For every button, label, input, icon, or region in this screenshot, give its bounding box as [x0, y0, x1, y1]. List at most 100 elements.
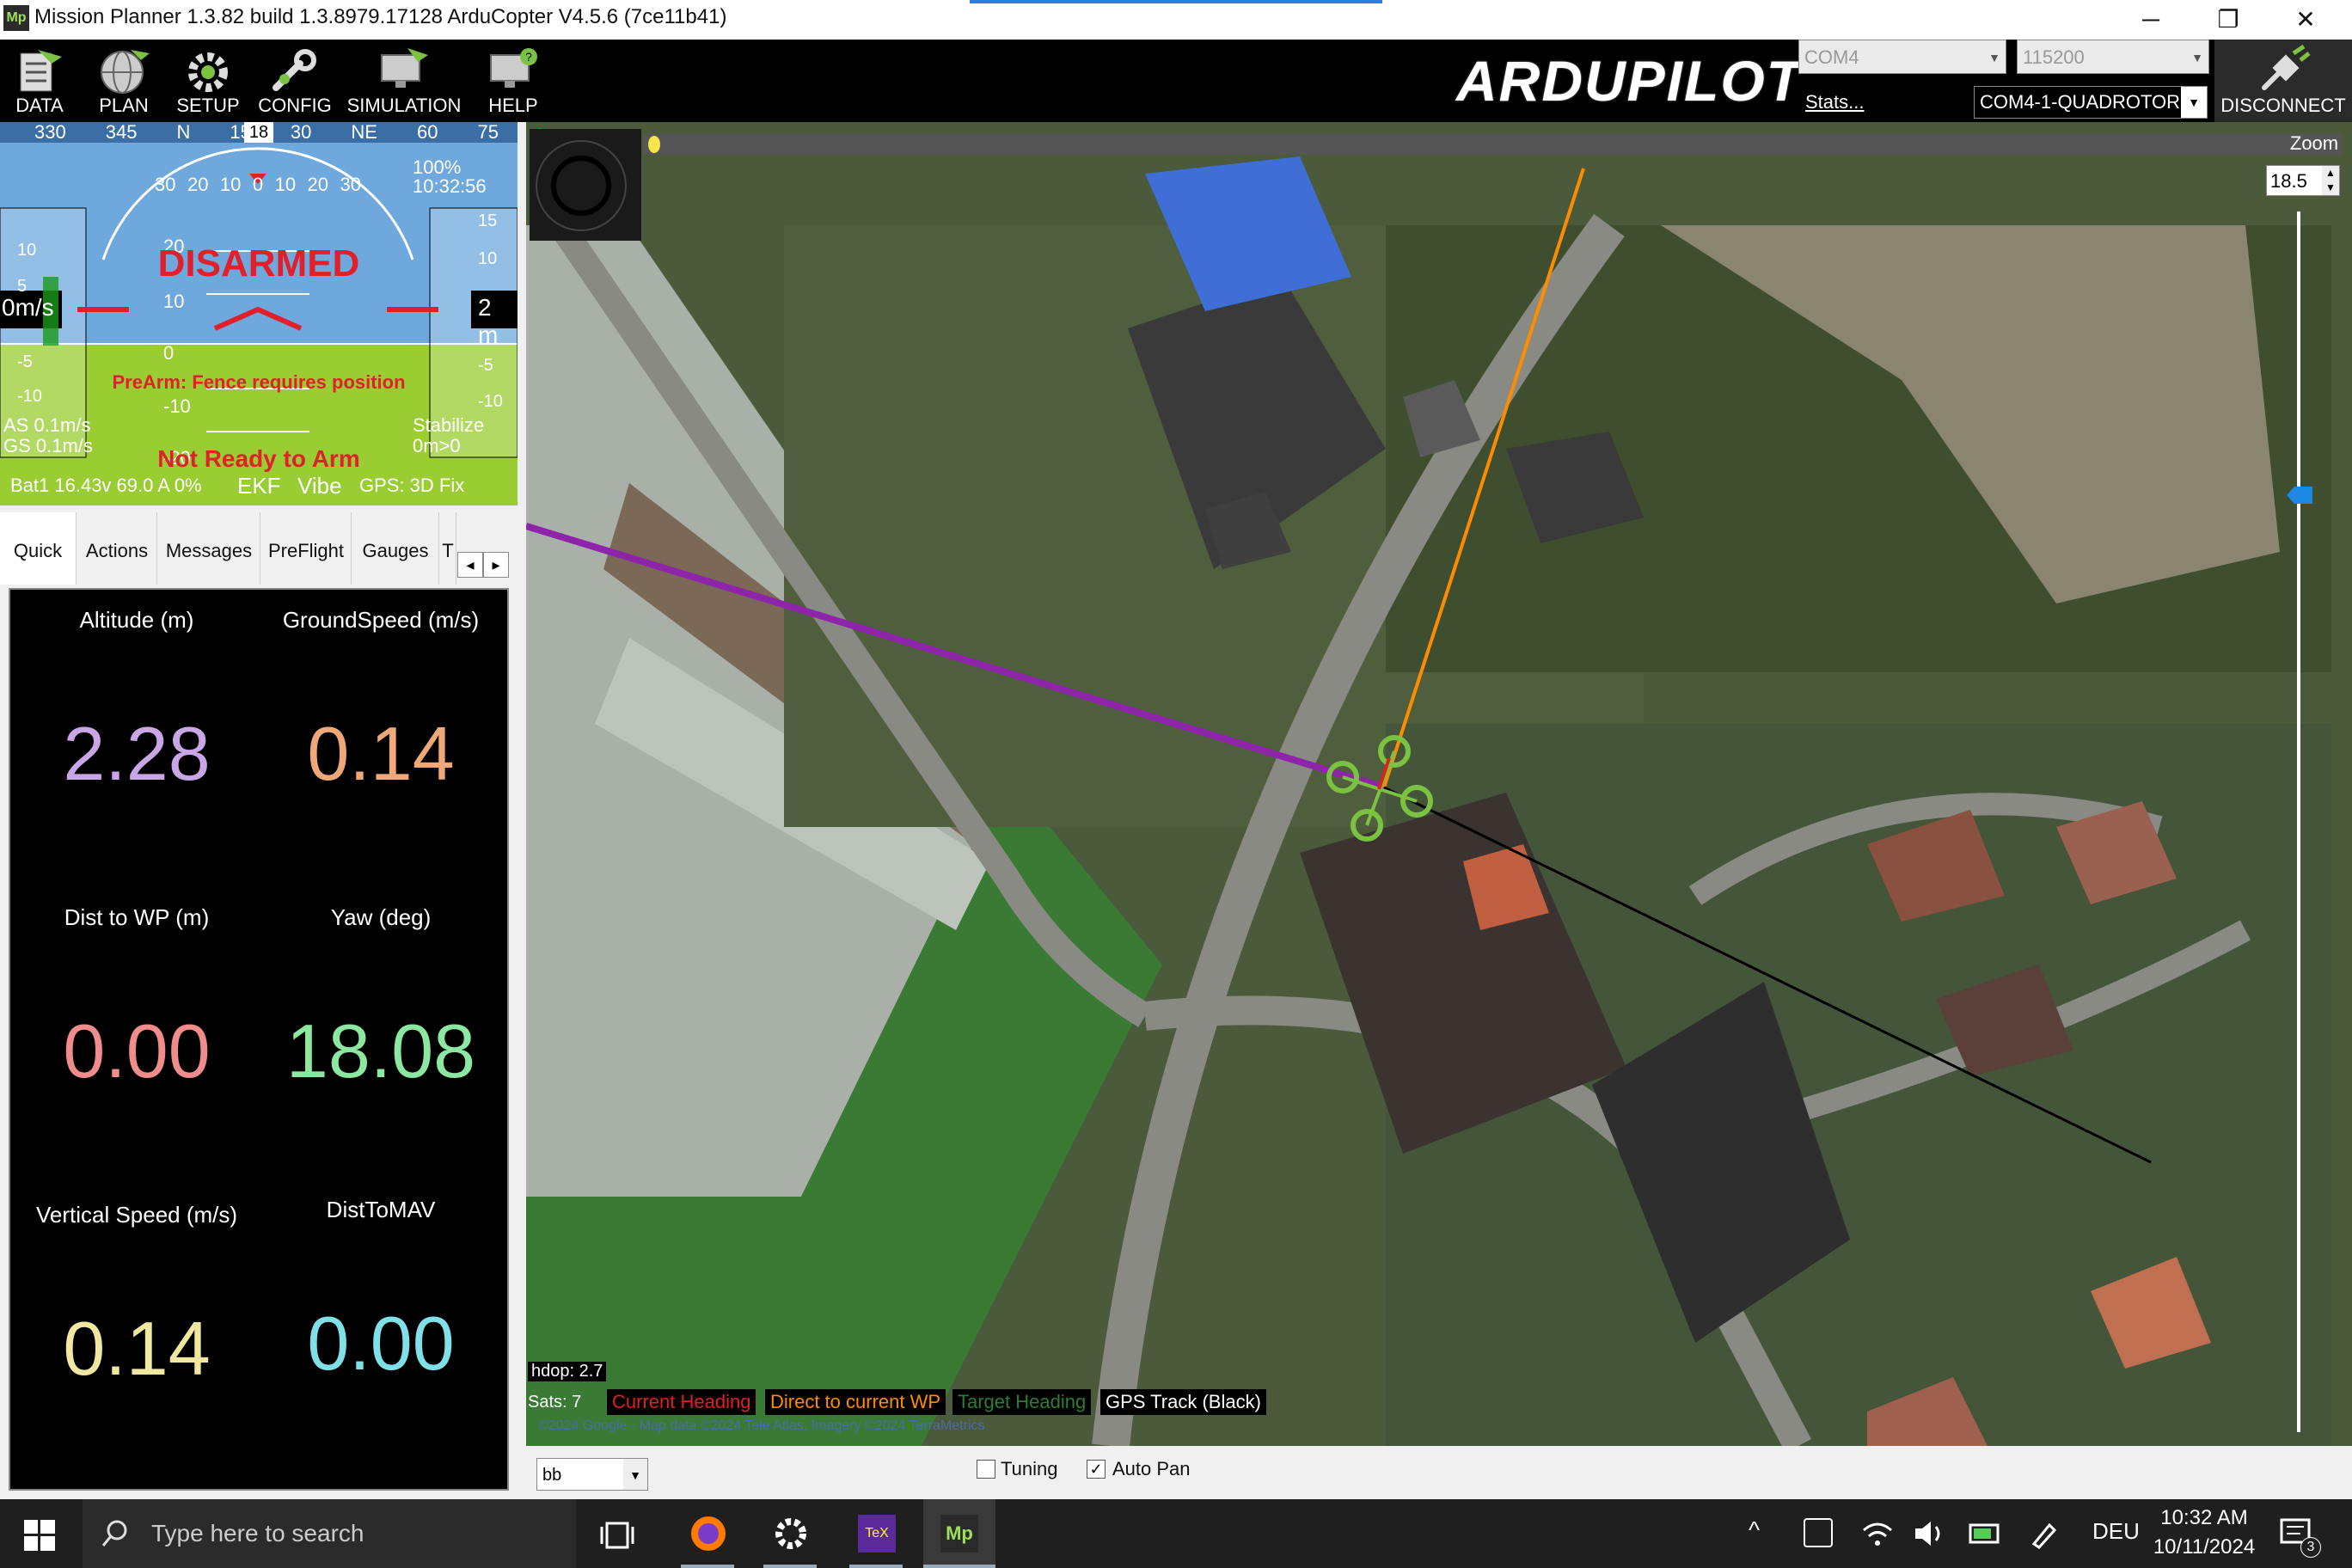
auto-pan-checkbox[interactable]: ✓: [1087, 1460, 1106, 1479]
alt-scale-label: -10: [478, 392, 503, 411]
waypoint-info: 0m>0: [413, 435, 461, 456]
settings-gear-icon: [775, 1518, 806, 1549]
svg-text:?: ?: [525, 50, 532, 64]
title-progress-accent: [970, 0, 1382, 3]
disconnect-button[interactable]: DISCONNECT: [2214, 40, 2352, 122]
quick-label: Dist to WP (m): [64, 904, 210, 930]
taskbar-settings[interactable]: [756, 1499, 824, 1568]
zoom-value: 18.5: [2270, 170, 2307, 192]
tuning-checkbox[interactable]: [977, 1460, 995, 1479]
satellite-imagery: [526, 122, 2352, 1446]
heading-label: 30: [290, 122, 312, 143]
zoom-spinner-icon[interactable]: ▲ ▼: [2322, 166, 2339, 195]
search-placeholder: Type here to search: [151, 1520, 364, 1547]
tab-gauges[interactable]: Gauges: [352, 512, 439, 585]
taskbar: Type here to search TeX Mp ^ DEU 10:32 A…: [0, 1499, 2352, 1568]
zoom-slider-track[interactable]: [2297, 211, 2300, 1432]
tab-more[interactable]: T: [440, 512, 456, 585]
maximize-button[interactable]: ❐: [2192, 0, 2264, 40]
com-port-select[interactable]: COM4 ▼: [1798, 40, 2006, 74]
wifi-icon[interactable]: [1860, 1518, 1895, 1549]
monitor-plane-icon: [381, 48, 428, 88]
globe-icon: [101, 50, 150, 94]
speed-scale-label: -5: [17, 352, 33, 371]
tab-scroll-right[interactable]: ▸: [483, 552, 509, 578]
config-label: CONFIG: [258, 95, 332, 116]
roll-label: 10: [219, 174, 242, 195]
prearm-message: PreArm: Fence requires position: [112, 371, 406, 393]
tab-actions[interactable]: Actions: [77, 512, 157, 585]
layer-dropdown[interactable]: bb ▼: [536, 1458, 648, 1491]
title-bar: Mp Mission Planner 1.3.82 build 1.3.8979…: [0, 0, 2352, 40]
compass-icon: [530, 129, 641, 241]
task-view-icon[interactable]: [600, 1520, 634, 1551]
language-indicator[interactable]: DEU: [2092, 1518, 2140, 1545]
plug-icon: [2262, 45, 2311, 90]
roll-label: 20: [187, 174, 209, 195]
disconnect-label: DISCONNECT: [2220, 95, 2346, 116]
tab-preflight[interactable]: PreFlight: [261, 512, 352, 585]
battery-icon[interactable]: [1969, 1520, 2003, 1547]
quick-value-vertical-speed: 0.14: [63, 1306, 211, 1391]
clock-time[interactable]: 10:32 AM: [2144, 1506, 2264, 1530]
hud[interactable]: 330 345 N 15 30 NE 60 75 18 30 20 10 0 1…: [0, 122, 518, 505]
speed-scale-label: 10: [17, 241, 37, 260]
quick-value-dist-to-wp: 0.00: [63, 1008, 211, 1093]
stats-link[interactable]: Stats...: [1805, 91, 1864, 113]
roll-label: 10: [274, 174, 297, 195]
pen-icon[interactable]: [2029, 1518, 2060, 1549]
roll-label: 0: [252, 174, 264, 195]
simulation-button[interactable]: SIMULATION: [344, 40, 464, 122]
mission-planner-icon: Mp: [940, 1515, 978, 1553]
tray-chevron-up-icon[interactable]: ^: [1749, 1516, 1760, 1544]
config-button[interactable]: CONFIG: [253, 40, 337, 122]
setup-label: SETUP: [176, 95, 240, 116]
zoom-input[interactable]: 18.5 ▲ ▼: [2266, 165, 2340, 196]
hud-time: 10:32:56: [413, 175, 487, 197]
tab-messages[interactable]: Messages: [158, 512, 260, 585]
tuning-label: Tuning: [1001, 1458, 1058, 1479]
speed-scale-label: -10: [17, 387, 42, 406]
scale-bar-marker: [648, 136, 660, 153]
ekf-indicator[interactable]: EKF: [237, 473, 281, 499]
taskbar-mission-planner[interactable]: Mp: [923, 1499, 995, 1568]
volume-icon[interactable]: [1912, 1518, 1946, 1549]
tab-quick[interactable]: Quick: [0, 512, 77, 585]
taskbar-firefox[interactable]: [674, 1499, 741, 1568]
auto-pan-label: Auto Pan: [1112, 1458, 1191, 1479]
close-button[interactable]: ✕: [2269, 0, 2342, 40]
vibe-indicator[interactable]: Vibe: [297, 473, 342, 499]
map-view[interactable]: 0 Zoom 18.5 ▲▼ hdop: 2.7 Sats: 7 Current…: [526, 122, 2352, 1446]
tex-icon: TeX: [858, 1515, 896, 1553]
groundspeed-readout: GS 0.1m/s: [3, 435, 93, 456]
heading-label: NE: [351, 122, 377, 143]
map-bottom-bar: bb ▼ Tuning ✓ Auto Pan: [526, 1446, 2352, 1499]
help-button[interactable]: ? HELP: [471, 40, 555, 122]
data-button[interactable]: DATA: [0, 40, 79, 122]
altitude-scale-bar: [643, 134, 2342, 155]
legend-direct-to-wp: Direct to current WP: [765, 1389, 946, 1415]
zoom-label: Zoom: [2289, 132, 2339, 154]
tab-scroll-left[interactable]: ◂: [457, 552, 483, 578]
quick-label: GroundSpeed (m/s): [282, 607, 480, 633]
plan-button[interactable]: PLAN: [84, 40, 163, 122]
taskbar-search-box[interactable]: Type here to search: [83, 1499, 576, 1568]
minimize-button[interactable]: ─: [2115, 0, 2187, 40]
windows-start-icon[interactable]: [24, 1520, 55, 1551]
connection-select[interactable]: COM4-1-QUADROTOR ▼: [1974, 86, 2208, 119]
clock-date[interactable]: 10/11/2024: [2144, 1535, 2264, 1559]
battery-readout: Bat1 16.43v 69.0 A 0%: [10, 475, 202, 496]
security-icon[interactable]: [1804, 1518, 1833, 1547]
window-title: Mission Planner 1.3.82 build 1.3.8979.17…: [34, 5, 727, 28]
pitch-label: -10: [163, 395, 191, 417]
setup-button[interactable]: SETUP: [168, 40, 248, 122]
alt-scale-label: 15: [478, 211, 498, 230]
app-icon: Mp: [3, 5, 29, 31]
legend-current-heading: Current Heading: [607, 1389, 756, 1415]
quick-view[interactable]: Altitude (m) 2.28 GroundSpeed (m/s) 0.14…: [9, 588, 509, 1491]
armed-status: DISARMED: [157, 242, 360, 285]
baud-rate-select[interactable]: 115200 ▼: [2017, 40, 2209, 74]
ardupilot-logo: ARDUPILOT: [1456, 49, 1803, 113]
taskbar-tex-app[interactable]: TeX: [842, 1499, 910, 1568]
firefox-icon: [691, 1516, 726, 1551]
